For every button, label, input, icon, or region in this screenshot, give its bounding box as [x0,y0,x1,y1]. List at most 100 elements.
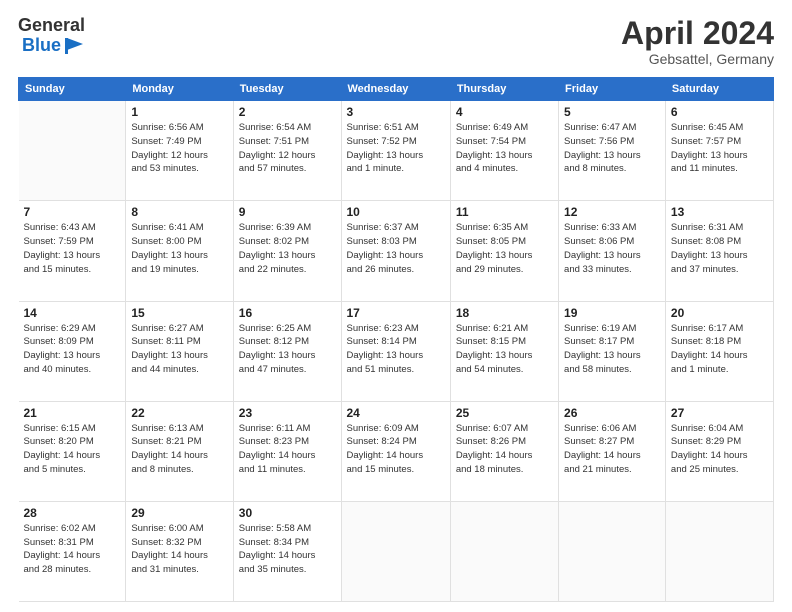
calendar-cell: 4 Sunrise: 6:49 AM Sunset: 7:54 PM Daylig… [450,101,558,201]
day-number: 14 [24,306,121,320]
calendar-cell: 12Sunrise: 6:33 AM Sunset: 8:06 PM Dayli… [559,201,666,301]
calendar-cell: 3 Sunrise: 6:51 AM Sunset: 7:52 PM Daylig… [341,101,450,201]
logo: General Blue [18,16,85,56]
day-number: 27 [671,406,768,420]
day-number: 8 [131,205,227,219]
calendar-cell: 6Sunrise: 6:45 AM Sunset: 7:57 PM Daylig… [665,101,773,201]
day-info: Sunrise: 6:29 AM Sunset: 8:09 PM Dayligh… [24,322,121,377]
day-info: Sunrise: 6:31 AM Sunset: 8:08 PM Dayligh… [671,221,768,276]
day-number: 1 [131,105,227,119]
day-info: Sunrise: 6:37 AM Sunset: 8:03 PM Dayligh… [347,221,445,276]
day-info: Sunrise: 6:51 AM Sunset: 7:52 PM Dayligh… [347,121,445,176]
calendar-week-row: 1 Sunrise: 6:56 AM Sunset: 7:49 PM Daylig… [19,101,774,201]
day-number: 13 [671,205,768,219]
day-number: 23 [239,406,336,420]
day-number: 30 [239,506,336,520]
day-info: Sunrise: 5:58 AM Sunset: 8:34 PM Dayligh… [239,522,336,577]
calendar-cell: 22 Sunrise: 6:13 AM Sunset: 8:21 PM Dayli… [126,401,233,501]
day-number: 4 [456,105,553,119]
calendar-cell: 16 Sunrise: 6:25 AM Sunset: 8:12 PM Dayli… [233,301,341,401]
col-friday: Friday [559,78,666,101]
calendar-cell: 19 Sunrise: 6:19 AM Sunset: 8:17 PM Dayli… [559,301,666,401]
calendar-cell: 27 Sunrise: 6:04 AM Sunset: 8:29 PM Dayli… [665,401,773,501]
day-number: 5 [564,105,660,119]
calendar-week-row: 28 Sunrise: 6:02 AM Sunset: 8:31 PM Dayli… [19,501,774,601]
calendar-cell [559,501,666,601]
calendar-week-row: 14 Sunrise: 6:29 AM Sunset: 8:09 PM Dayli… [19,301,774,401]
day-number: 11 [456,205,553,219]
calendar-body: 1 Sunrise: 6:56 AM Sunset: 7:49 PM Daylig… [19,101,774,602]
day-number: 15 [131,306,227,320]
day-info: Sunrise: 6:07 AM Sunset: 8:26 PM Dayligh… [456,422,553,477]
calendar-cell: 5Sunrise: 6:47 AM Sunset: 7:56 PM Daylig… [559,101,666,201]
day-info: Sunrise: 6:25 AM Sunset: 8:12 PM Dayligh… [239,322,336,377]
logo-general: General [18,16,85,36]
location: Gebsattel, Germany [621,51,774,67]
day-info: Sunrise: 6:54 AM Sunset: 7:51 PM Dayligh… [239,121,336,176]
calendar-cell: 1 Sunrise: 6:56 AM Sunset: 7:49 PM Daylig… [126,101,233,201]
logo-flag-icon [63,36,85,56]
col-monday: Monday [126,78,233,101]
day-number: 6 [671,105,768,119]
calendar-cell: 11Sunrise: 6:35 AM Sunset: 8:05 PM Dayli… [450,201,558,301]
calendar-cell: 8 Sunrise: 6:41 AM Sunset: 8:00 PM Daylig… [126,201,233,301]
calendar-cell: 25Sunrise: 6:07 AM Sunset: 8:26 PM Dayli… [450,401,558,501]
day-info: Sunrise: 6:13 AM Sunset: 8:21 PM Dayligh… [131,422,227,477]
calendar-cell: 24Sunrise: 6:09 AM Sunset: 8:24 PM Dayli… [341,401,450,501]
day-info: Sunrise: 6:04 AM Sunset: 8:29 PM Dayligh… [671,422,768,477]
day-number: 20 [671,306,768,320]
calendar-cell [665,501,773,601]
day-number: 7 [24,205,121,219]
calendar-cell: 29Sunrise: 6:00 AM Sunset: 8:32 PM Dayli… [126,501,233,601]
col-sunday: Sunday [19,78,126,101]
page: General Blue April 2024 Gebsattel, Germa… [0,0,792,612]
day-info: Sunrise: 6:43 AM Sunset: 7:59 PM Dayligh… [24,221,121,276]
calendar-cell: 7 Sunrise: 6:43 AM Sunset: 7:59 PM Daylig… [19,201,126,301]
day-info: Sunrise: 6:06 AM Sunset: 8:27 PM Dayligh… [564,422,660,477]
day-info: Sunrise: 6:19 AM Sunset: 8:17 PM Dayligh… [564,322,660,377]
day-info: Sunrise: 6:41 AM Sunset: 8:00 PM Dayligh… [131,221,227,276]
calendar-cell [450,501,558,601]
day-number: 26 [564,406,660,420]
calendar-cell: 14 Sunrise: 6:29 AM Sunset: 8:09 PM Dayli… [19,301,126,401]
day-number: 22 [131,406,227,420]
calendar-cell: 20 Sunrise: 6:17 AM Sunset: 8:18 PM Dayli… [665,301,773,401]
col-saturday: Saturday [665,78,773,101]
col-tuesday: Tuesday [233,78,341,101]
day-number: 24 [347,406,445,420]
calendar-cell: 28 Sunrise: 6:02 AM Sunset: 8:31 PM Dayli… [19,501,126,601]
day-info: Sunrise: 6:39 AM Sunset: 8:02 PM Dayligh… [239,221,336,276]
day-number: 9 [239,205,336,219]
day-info: Sunrise: 6:00 AM Sunset: 8:32 PM Dayligh… [131,522,227,577]
logo-blue: Blue [22,36,61,56]
day-info: Sunrise: 6:15 AM Sunset: 8:20 PM Dayligh… [24,422,121,477]
day-number: 2 [239,105,336,119]
day-number: 3 [347,105,445,119]
calendar-header: Sunday Monday Tuesday Wednesday Thursday… [19,78,774,101]
calendar-week-row: 7 Sunrise: 6:43 AM Sunset: 7:59 PM Daylig… [19,201,774,301]
day-number: 16 [239,306,336,320]
calendar-week-row: 21Sunrise: 6:15 AM Sunset: 8:20 PM Dayli… [19,401,774,501]
calendar-cell: 9 Sunrise: 6:39 AM Sunset: 8:02 PM Daylig… [233,201,341,301]
day-info: Sunrise: 6:02 AM Sunset: 8:31 PM Dayligh… [24,522,121,577]
day-info: Sunrise: 6:27 AM Sunset: 8:11 PM Dayligh… [131,322,227,377]
day-info: Sunrise: 6:23 AM Sunset: 8:14 PM Dayligh… [347,322,445,377]
header: General Blue April 2024 Gebsattel, Germa… [18,16,774,67]
calendar-cell: 23 Sunrise: 6:11 AM Sunset: 8:23 PM Dayli… [233,401,341,501]
calendar-table: Sunday Monday Tuesday Wednesday Thursday… [18,77,774,602]
day-number: 19 [564,306,660,320]
calendar-cell: 18Sunrise: 6:21 AM Sunset: 8:15 PM Dayli… [450,301,558,401]
calendar-cell: 26 Sunrise: 6:06 AM Sunset: 8:27 PM Dayli… [559,401,666,501]
day-number: 28 [24,506,121,520]
day-number: 17 [347,306,445,320]
month-title: April 2024 [621,16,774,51]
day-info: Sunrise: 6:17 AM Sunset: 8:18 PM Dayligh… [671,322,768,377]
day-info: Sunrise: 6:49 AM Sunset: 7:54 PM Dayligh… [456,121,553,176]
calendar-cell: 21Sunrise: 6:15 AM Sunset: 8:20 PM Dayli… [19,401,126,501]
day-info: Sunrise: 6:11 AM Sunset: 8:23 PM Dayligh… [239,422,336,477]
calendar-cell: 2 Sunrise: 6:54 AM Sunset: 7:51 PM Daylig… [233,101,341,201]
day-info: Sunrise: 6:56 AM Sunset: 7:49 PM Dayligh… [131,121,227,176]
calendar-cell [341,501,450,601]
title-block: April 2024 Gebsattel, Germany [621,16,774,67]
day-info: Sunrise: 6:21 AM Sunset: 8:15 PM Dayligh… [456,322,553,377]
